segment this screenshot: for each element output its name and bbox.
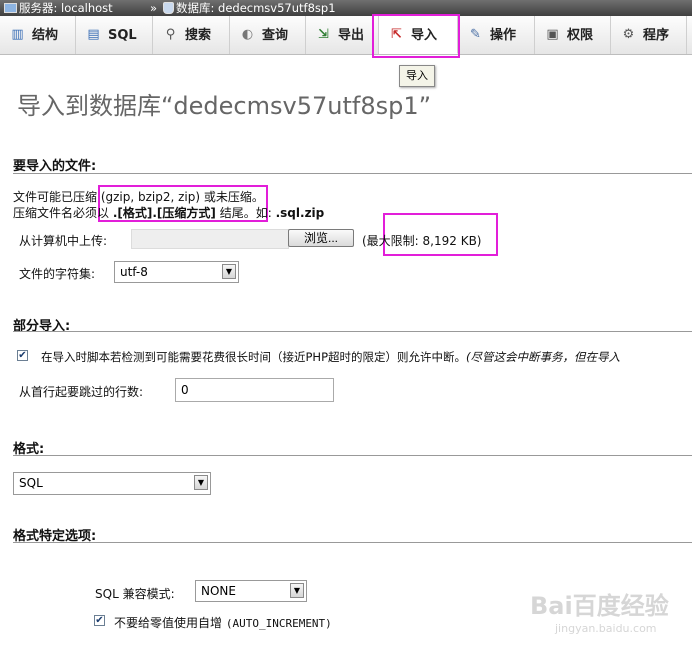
compression-format: .[格式].[压缩方式] [112,206,216,220]
charset-value: utf-8 [120,265,148,279]
chevron-down-icon: ▼ [290,583,304,598]
browse-button[interactable]: 浏览... [288,229,354,247]
tab-label: 查询 [262,28,289,43]
tab-routines[interactable]: ⚙ 程序 [611,16,687,54]
tab-label: 程序 [643,28,670,43]
sql-compat-select[interactable]: NONE ▼ [195,580,307,602]
import-icon: ⇱ [391,26,402,42]
chevron-down-icon: ▼ [194,475,208,490]
compression-prefix: 压缩文件名必须以 [13,206,110,220]
charset-select[interactable]: utf-8 ▼ [114,261,239,283]
breadcrumb-separator: » [150,1,158,15]
tab-search[interactable]: ⚲ 搜索 [153,16,230,54]
tab-query[interactable]: ◐ 查询 [230,16,306,54]
upload-label: 从计算机中上传: [19,234,108,248]
skip-rows-input[interactable]: 0 [175,378,334,402]
compression-mid: 结尾。如: [219,206,272,220]
server-label: 服务器: [19,1,58,15]
divider [13,455,692,456]
tab-label: 权限 [567,28,594,43]
interrupt-text: 在导入时脚本若检测到可能需要花费很长时间（接近PHP超时的限定）则允许中断。 [41,350,467,364]
sql-compat-label: SQL 兼容模式: [95,587,175,601]
compression-example: .sql.zip [275,206,325,220]
structure-icon: ▥ [11,26,24,42]
format-select[interactable]: SQL ▼ [13,472,211,495]
tab-privileges[interactable]: ▣ 权限 [535,16,611,54]
db-label: 数据库: [176,1,215,15]
file-section-title: 要导入的文件: [13,159,97,174]
server-icon [4,2,17,13]
tab-label: 导入 [411,28,438,43]
baidu-watermark: Bai百度经验 [530,592,669,620]
baidu-watermark-url: jingyan.baidu.com [555,622,657,635]
auto-inc-text: 不要给零值使用自增 [114,616,223,630]
charset-label: 文件的字符集: [19,267,96,281]
auto-inc-code: (AUTO_INCREMENT) [225,617,332,630]
export-icon: ⇲ [318,26,329,42]
tab-label: 搜索 [185,28,212,43]
db-value[interactable]: dedecmsv57utf8sp1 [218,1,335,15]
file-path-field[interactable] [131,229,289,249]
compression-info: 文件可能已压缩 (gzip, bzip2, zip) 或未压缩。 [13,190,264,204]
breadcrumb: 服务器: localhost » 数据库: dedecmsv57utf8sp1 [0,0,692,16]
sql-compat-value: NONE [201,584,236,598]
compression-filename-info: 压缩文件名必须以 .[格式].[压缩方式] 结尾。如: .sql.zip [13,204,324,221]
tab-label: 导出 [338,28,365,43]
check-icon: ✔ [18,350,27,361]
routines-icon: ⚙ [622,26,635,42]
sql-icon: ▤ [87,26,100,42]
tab-bar: ▥ 结构 ▤ SQL ⚲ 搜索 ◐ 查询 ⇲ 导出 ⇱ 导入 ✎ 操作 ▣ 权限 ⚙ 程序 [0,16,692,55]
interrupt-note: (尽管这会中断事务，但在导入 [466,350,621,364]
wrench-icon: ✎ [470,26,481,42]
privileges-icon: ▣ [546,26,559,42]
max-upload-limit: (最大限制: 8,192 KB) [362,234,482,248]
import-tooltip: 导入 [399,65,435,87]
divider [13,173,692,174]
no-auto-increment-zero-checkbox[interactable]: ✔ [94,615,105,626]
tab-label: 结构 [32,28,59,43]
breadcrumb-server[interactable]: 服务器: localhost [4,0,113,16]
tab-import[interactable]: ⇱ 导入 [379,16,458,54]
divider [13,331,692,332]
skip-rows-label: 从首行起要跳过的行数: [19,385,144,399]
tab-structure[interactable]: ▥ 结构 [0,16,76,54]
chevron-down-icon: ▼ [222,264,236,279]
check-icon: ✔ [95,615,104,626]
database-icon [163,1,174,14]
divider [13,542,692,543]
tab-label: SQL [108,28,137,43]
tab-export[interactable]: ⇲ 导出 [306,16,379,54]
no-auto-increment-zero-text: 不要给零值使用自增 (AUTO_INCREMENT) [114,614,332,631]
search-icon: ⚲ [165,26,176,42]
query-icon: ◐ [241,26,254,42]
breadcrumb-database[interactable]: 数据库: dedecmsv57utf8sp1 [163,0,336,16]
tab-operations[interactable]: ✎ 操作 [458,16,535,54]
format-value: SQL [19,476,43,490]
page-title: 导入到数据库“dedecmsv57utf8sp1” [17,92,432,120]
server-value[interactable]: localhost [61,1,113,15]
allow-interrupt-checkbox[interactable]: ✔ [17,350,28,361]
allow-interrupt-text: 在导入时脚本若检测到可能需要花费很长时间（接近PHP超时的限定）则允许中断。(尽… [41,349,620,365]
tab-label: 操作 [490,28,517,43]
tab-sql[interactable]: ▤ SQL [76,16,153,54]
